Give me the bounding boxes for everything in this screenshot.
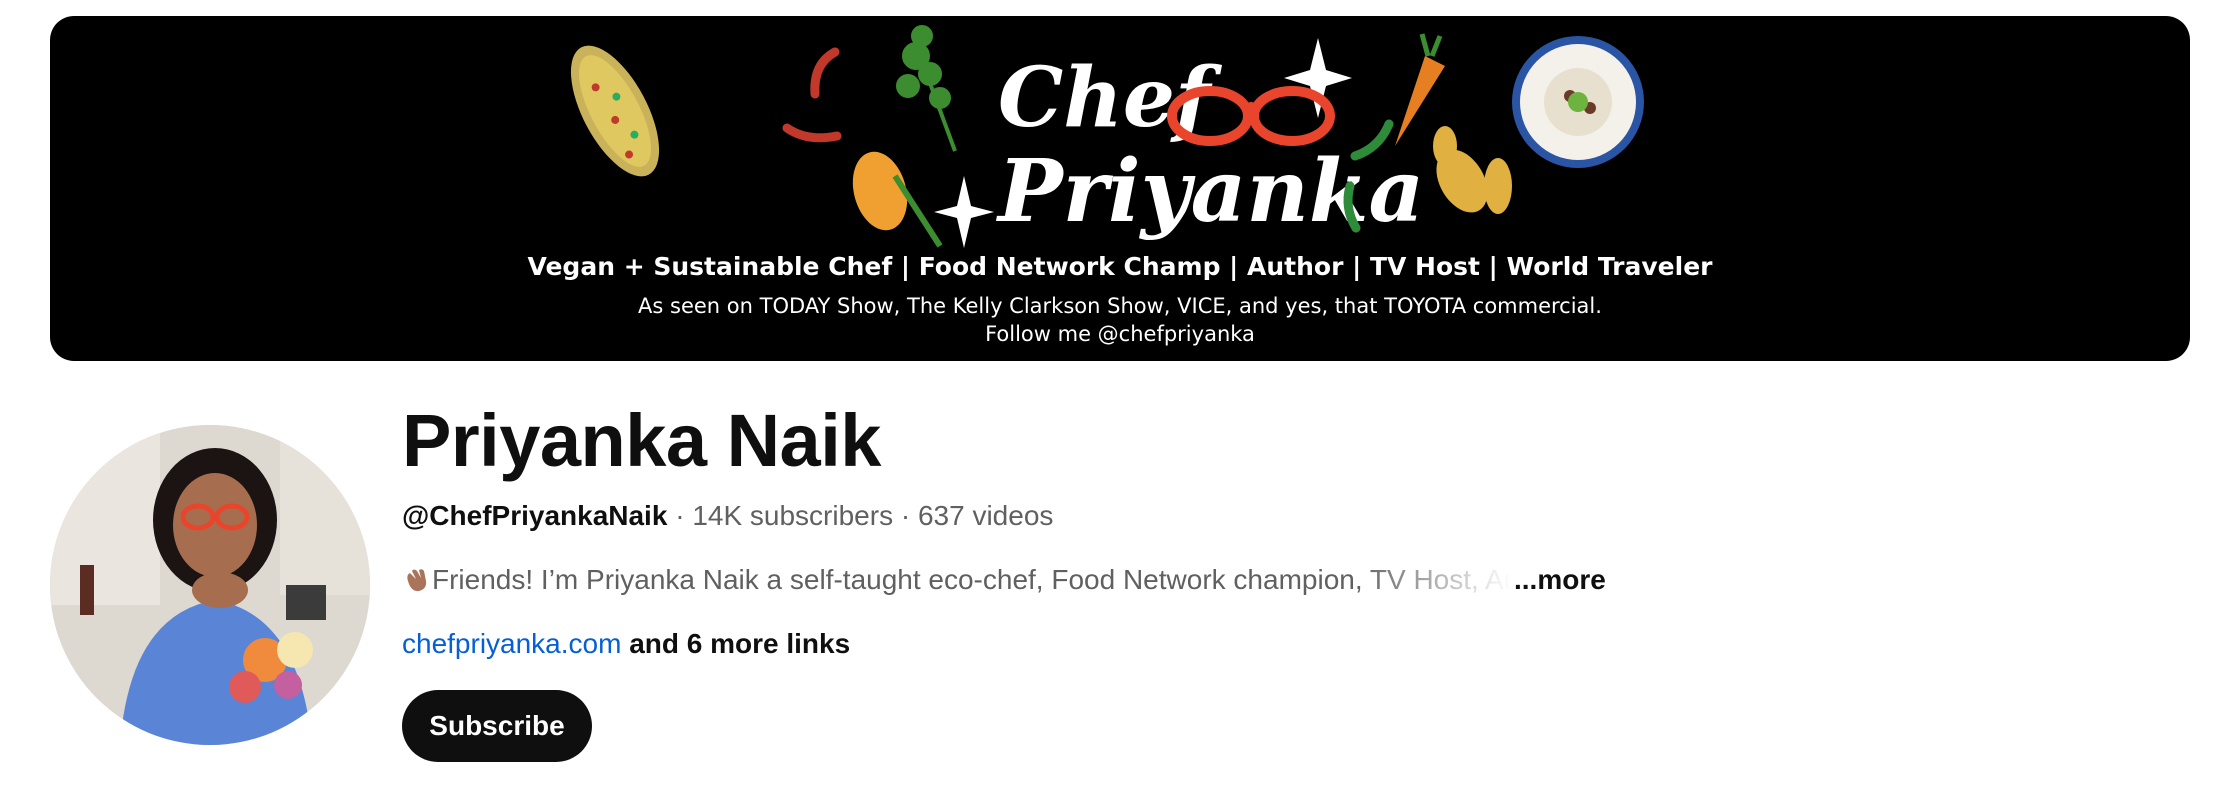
mango-icon — [852, 151, 943, 248]
channel-links: chefpriyanka.com and 6 more links — [402, 628, 850, 660]
channel-name: Priyanka Naik — [402, 399, 881, 482]
stuffed-vegetable-icon — [570, 45, 660, 177]
carrot-icon — [1395, 33, 1445, 146]
meta-separator: · — [667, 500, 693, 531]
channel-banner: Chef Priyanka Vegan + Sustainable Chef |… — [50, 16, 2190, 361]
bowl-icon — [1512, 36, 1644, 168]
ginger-icon — [1433, 126, 1512, 214]
channel-avatar[interactable] — [50, 425, 370, 745]
description-text-wrap: Friends! I’m Priyanka Naik a self-taught… — [402, 564, 1512, 596]
meta-separator: · — [893, 500, 918, 531]
banner-seen-on: As seen on TODAY Show, The Kelly Clarkso… — [638, 294, 1602, 318]
video-count: 637 videos — [917, 500, 1054, 531]
channel-website-link[interactable]: chefpriyanka.com — [402, 628, 621, 659]
description-more-link[interactable]: ...more — [1514, 564, 1606, 596]
channel-description[interactable]: Friends! I’m Priyanka Naik a self-taught… — [402, 564, 1606, 596]
subscribe-button[interactable]: Subscribe — [402, 690, 592, 762]
banner-tagline: Vegan + Sustainable Chef | Food Network … — [527, 252, 1713, 281]
banner-follow: Follow me @chefpriyanka — [985, 322, 1255, 346]
description-text: Friends! I’m Priyanka Naik a self-taught… — [432, 564, 1512, 595]
avatar-photo — [50, 425, 370, 745]
channel-handle: @ChefPriyankaNaik — [402, 500, 668, 531]
red-chili-icon — [782, 47, 842, 143]
waving-hand-icon — [407, 569, 427, 592]
cilantro-icon — [896, 25, 957, 152]
subscriber-count: 14K subscribers — [692, 500, 894, 531]
more-links-button[interactable]: and 6 more links — [629, 628, 850, 659]
channel-meta: @ChefPriyankaNaik · 14K subscribers · 63… — [402, 500, 1053, 532]
